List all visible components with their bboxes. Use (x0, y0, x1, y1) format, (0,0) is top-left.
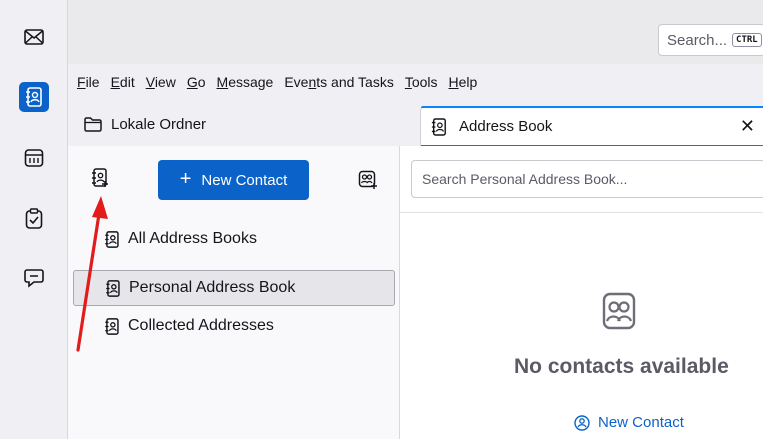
menu-go[interactable]: Go (187, 74, 206, 90)
contacts-placeholder-icon (602, 292, 636, 330)
calendar-space-button[interactable] (19, 143, 49, 173)
global-search-placeholder: Search... (667, 31, 728, 49)
menu-edit[interactable]: Edit (111, 74, 135, 90)
tab-lokale-ordner[interactable]: Lokale Ordner (84, 104, 206, 144)
address-book-sidebar: + New Contact All Address Books Personal… (68, 146, 400, 439)
menu-tools[interactable]: Tools (405, 74, 438, 90)
tasks-space-button[interactable] (19, 204, 49, 234)
menu-file[interactable]: File (77, 74, 100, 90)
address-book-icon (105, 317, 119, 335)
new-contact-button[interactable]: + New Contact (158, 160, 309, 200)
new-contact-list-icon (358, 170, 377, 189)
tab-strip: Lokale Ordner Address Book ✕ (68, 100, 763, 146)
menu-view[interactable]: View (146, 74, 176, 90)
address-book-item-personal[interactable]: Personal Address Book (73, 270, 395, 306)
tab-label: Address Book (459, 118, 553, 135)
empty-state-text: No contacts available (514, 355, 729, 378)
address-book-label: Personal Address Book (129, 279, 296, 296)
new-contact-label: New Contact (201, 171, 288, 189)
address-book-icon (431, 117, 446, 136)
title-bar: Search... CTRL (68, 0, 763, 64)
new-list-button[interactable] (356, 168, 380, 192)
address-book-icon (26, 87, 42, 107)
address-book-icon (105, 230, 119, 248)
menu-bar: File Edit View Go Message Events and Tas… (68, 64, 763, 100)
chat-space-button[interactable] (19, 263, 49, 293)
new-contact-link[interactable]: New Contact (574, 414, 684, 431)
contacts-pane: Search Personal Address Book... No conta… (400, 146, 763, 439)
search-address-book-placeholder: Search Personal Address Book... (422, 171, 628, 187)
tab-address-book[interactable]: Address Book ✕ (420, 106, 763, 146)
plus-icon: + (179, 168, 192, 190)
address-book-icon (106, 279, 120, 297)
new-address-book-icon (92, 168, 108, 187)
new-address-book-button[interactable] (88, 166, 112, 190)
address-book-item-collected[interactable]: Collected Addresses (73, 308, 395, 344)
chat-icon (24, 269, 44, 288)
menu-help[interactable]: Help (449, 74, 478, 90)
new-contact-link-label: New Contact (598, 414, 684, 431)
address-book-label: All Address Books (128, 230, 257, 247)
mail-icon (24, 29, 44, 45)
tasks-icon (25, 208, 43, 229)
global-search-input[interactable]: Search... CTRL (658, 24, 763, 56)
address-book-label: Collected Addresses (128, 317, 274, 334)
mail-space-button[interactable] (19, 22, 49, 52)
folder-icon (84, 116, 102, 132)
close-tab-icon[interactable]: ✕ (740, 116, 755, 137)
new-contact-icon (574, 414, 590, 431)
address-book-space-button[interactable] (19, 82, 49, 112)
tab-label: Lokale Ordner (111, 115, 207, 133)
keyboard-shortcut-badge: CTRL (732, 33, 762, 47)
calendar-icon (24, 149, 44, 167)
spaces-toolbar (0, 0, 68, 439)
menu-events-and-tasks[interactable]: Events and Tasks (284, 74, 393, 90)
search-address-book-input[interactable]: Search Personal Address Book... (411, 160, 763, 198)
divider (400, 212, 763, 213)
menu-message[interactable]: Message (217, 74, 274, 90)
address-book-item-all[interactable]: All Address Books (73, 221, 395, 257)
